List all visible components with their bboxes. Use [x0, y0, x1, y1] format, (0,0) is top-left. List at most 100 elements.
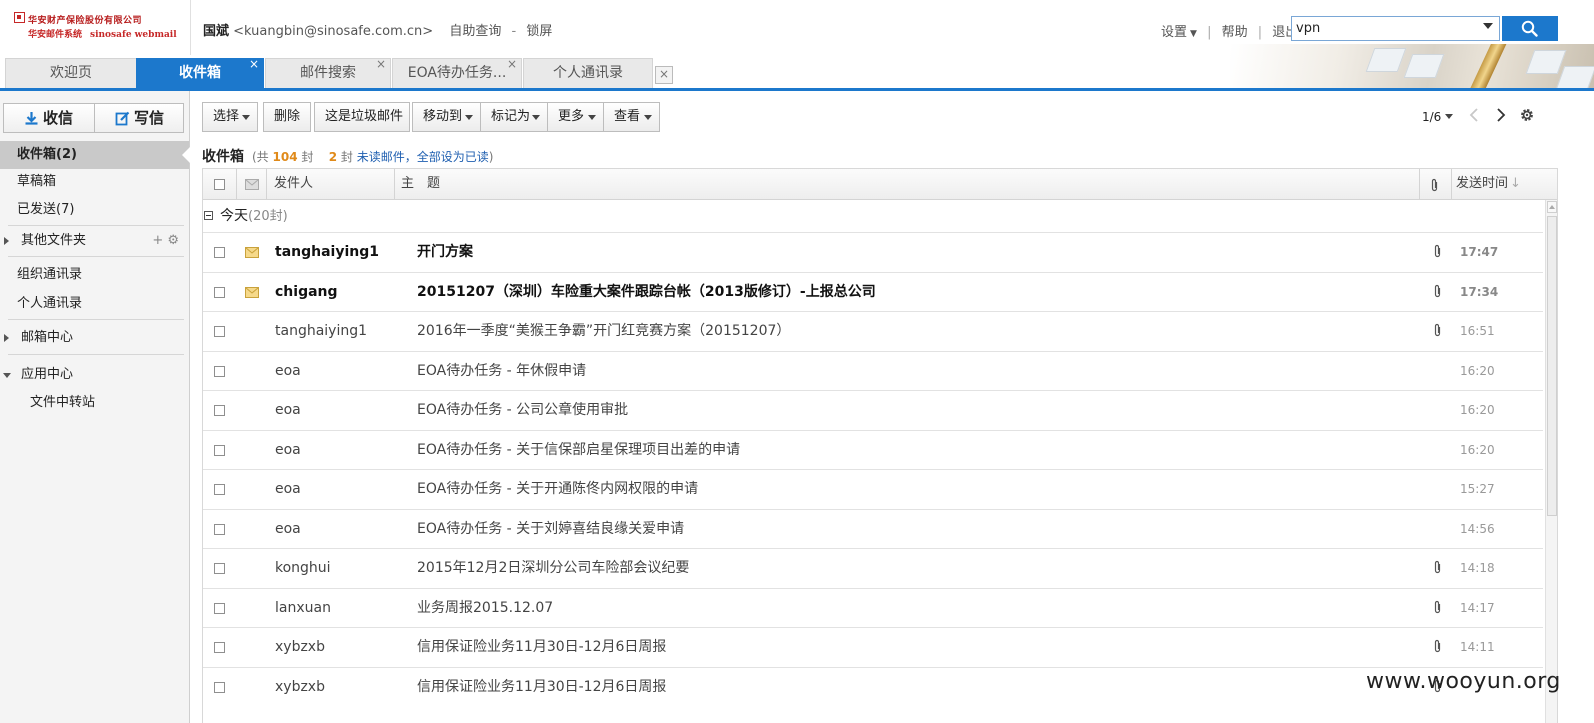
logo-mark-icon: [14, 12, 25, 23]
row-subject[interactable]: 20151207（深圳）车险重大案件跟踪台帐（2013版修订）-上报总公司: [417, 273, 876, 311]
expand-arrow-icon[interactable]: [4, 334, 9, 342]
row-checkbox[interactable]: [214, 642, 225, 653]
sidebar-item-org-contacts[interactable]: 组织通讯录: [0, 261, 189, 289]
row-subject[interactable]: EOA待办任务 - 公司公章使用审批: [417, 391, 628, 429]
folder-tools[interactable]: + ⚙: [152, 227, 179, 255]
row-checkbox[interactable]: [214, 602, 225, 614]
table-row[interactable]: eoa EOA待办任务 - 年休假申请 16:20: [203, 350, 1543, 390]
row-checkbox[interactable]: [214, 365, 225, 377]
row-subject[interactable]: 信用保证险业务11月30日-12月6日周报: [417, 628, 666, 666]
mark-as-dropdown-button[interactable]: 标记为: [480, 102, 548, 132]
tab-mail-search[interactable]: 邮件搜索 ×: [265, 57, 391, 88]
table-row[interactable]: xybzxb 信用保证险业务11月30日-12月6日周报: [203, 666, 1543, 706]
row-checkbox[interactable]: [214, 523, 225, 535]
row-subject[interactable]: EOA待办任务 - 关于刘婷喜结良缘关爱申请: [417, 510, 684, 548]
collapse-group-icon[interactable]: [204, 211, 213, 220]
row-subject[interactable]: EOA待办任务 - 关于开通陈佟内网权限的申请: [417, 470, 698, 508]
row-time: 16:20: [1460, 442, 1495, 457]
search-button[interactable]: [1502, 16, 1558, 41]
sidebar-item-drafts[interactable]: 草稿箱: [0, 168, 189, 196]
row-subject[interactable]: 2015年12月2日深圳分公司车险部会议纪要: [417, 549, 689, 587]
table-row[interactable]: konghui 2015年12月2日深圳分公司车险部会议纪要 14:18: [203, 548, 1543, 587]
table-row[interactable]: xybzxb 信用保证险业务11月30日-12月6日周报 14:11: [203, 627, 1543, 666]
view-dropdown-button[interactable]: 查看: [603, 102, 660, 132]
row-subject[interactable]: EOA待办任务 - 关于信保部启星保理项目出差的申请: [417, 431, 740, 469]
delete-button[interactable]: 删除: [263, 102, 311, 132]
close-icon[interactable]: ×: [376, 50, 386, 79]
select-dropdown-button[interactable]: 选择: [202, 102, 258, 132]
company-logo[interactable]: 华安财产保险股份有限公司 华安邮件系统 sinosafe webmail: [14, 12, 177, 42]
row-checkbox[interactable]: [214, 247, 225, 258]
select-all-checkbox[interactable]: [214, 179, 225, 190]
row-subject[interactable]: EOA待办任务 - 年休假申请: [417, 352, 586, 390]
row-checkbox[interactable]: [214, 563, 225, 574]
prev-page-icon[interactable]: [1467, 107, 1481, 127]
unread-mail-link[interactable]: 未读邮件: [357, 150, 405, 164]
send-time-column-header[interactable]: 发送时间 ↓: [1456, 169, 1521, 199]
compose-mail-button[interactable]: 写信: [94, 104, 184, 132]
close-icon[interactable]: ×: [249, 50, 259, 79]
search-dropdown-icon[interactable]: [1483, 23, 1493, 29]
row-checkbox[interactable]: [214, 326, 225, 337]
search-input[interactable]: [1296, 19, 1476, 38]
sidebar-item-inbox[interactable]: 收件箱(2): [0, 141, 190, 169]
read-status-column-icon[interactable]: [245, 169, 259, 199]
row-checkbox[interactable]: [214, 681, 225, 693]
sidebar-item-app-center[interactable]: 应用中心: [0, 361, 189, 389]
lock-screen-link[interactable]: 锁屏: [526, 24, 552, 39]
next-page-icon[interactable]: [1494, 107, 1508, 127]
sidebar-item-file-transfer[interactable]: 文件中转站: [0, 389, 189, 417]
sidebar-item-sent[interactable]: 已发送(7): [0, 196, 189, 224]
paperclip-icon: [1434, 323, 1441, 337]
self-query-link[interactable]: 自助查询: [449, 24, 501, 39]
table-row[interactable]: lanxuan 业务周报2015.12.07 14:17: [203, 587, 1543, 627]
help-link[interactable]: 帮助: [1222, 25, 1248, 40]
scrollbar[interactable]: [1545, 200, 1557, 723]
table-row[interactable]: tanghaiying1 2016年一季度“美猴王争霸”开门红竞赛方案（20151…: [203, 311, 1543, 350]
paperclip-icon: [1434, 639, 1441, 653]
tab-welcome[interactable]: 欢迎页: [5, 58, 137, 88]
sidebar-item-personal-contacts[interactable]: 个人通讯录: [0, 290, 189, 318]
row-checkbox[interactable]: [214, 444, 225, 456]
mark-spam-button[interactable]: 这是垃圾邮件: [314, 102, 410, 132]
more-dropdown-button[interactable]: 更多: [547, 102, 604, 132]
gear-icon[interactable]: [1519, 107, 1535, 127]
collapse-arrow-icon[interactable]: [3, 373, 11, 378]
tab-personal-contacts[interactable]: 个人通讯录: [523, 58, 653, 88]
settings-menu[interactable]: 设置 ▼: [1161, 25, 1197, 40]
attachment-column-icon[interactable]: [1430, 169, 1439, 199]
row-checkbox[interactable]: [214, 286, 225, 298]
table-row[interactable]: eoa EOA待办任务 - 公司公章使用审批 16:20: [203, 390, 1543, 429]
mark-all-read-link[interactable]: ，全部设为已读: [405, 150, 489, 164]
row-time: 14:56: [1460, 521, 1495, 536]
move-to-dropdown-button[interactable]: 移动到: [412, 102, 481, 132]
receive-mail-button[interactable]: 收信: [4, 104, 93, 132]
sidebar-item-other-folders[interactable]: 其他文件夹 + ⚙: [0, 227, 189, 255]
table-row[interactable]: eoa EOA待办任务 - 关于信保部启星保理项目出差的申请 16:20: [203, 429, 1543, 469]
table-row[interactable]: eoa EOA待办任务 - 关于刘婷喜结良缘关爱申请 14:56: [203, 508, 1543, 548]
sidebar-item-mail-center[interactable]: 邮箱中心: [0, 324, 189, 352]
row-subject[interactable]: 业务周报2015.12.07: [417, 589, 553, 627]
scroll-up-icon[interactable]: [1547, 201, 1557, 213]
table-row[interactable]: tanghaiying1 开门方案 17:47: [203, 232, 1543, 271]
close-icon[interactable]: ×: [507, 50, 517, 79]
sender-column-header[interactable]: 发件人: [274, 169, 313, 199]
paperclip-icon: [1434, 600, 1441, 613]
page-selector[interactable]: 1/6: [1422, 110, 1454, 124]
row-subject[interactable]: 2016年一季度“美猴王争霸”开门红竞赛方案（20151207）: [417, 312, 790, 350]
close-all-tabs-icon[interactable]: ×: [655, 66, 673, 84]
table-row[interactable]: eoa EOA待办任务 - 关于开通陈佟内网权限的申请 15:27: [203, 469, 1543, 508]
scroll-thumb[interactable]: [1547, 216, 1557, 516]
expand-arrow-icon[interactable]: [4, 237, 9, 245]
tab-inbox[interactable]: 收件箱 ×: [136, 57, 264, 88]
group-header-today[interactable]: 今天(20封): [203, 200, 1543, 232]
row-subject[interactable]: 信用保证险业务11月30日-12月6日周报: [417, 668, 666, 706]
subject-column-header[interactable]: 主 题: [401, 169, 440, 199]
row-checkbox[interactable]: [214, 405, 225, 416]
row-checkbox[interactable]: [214, 484, 225, 495]
table-row[interactable]: chigang 20151207（深圳）车险重大案件跟踪台帐（2013版修订）-上…: [203, 271, 1543, 311]
row-subject[interactable]: 开门方案: [417, 233, 473, 271]
tab-eoa-tasks[interactable]: EOA待办任务... ×: [392, 57, 522, 88]
user-name: 国斌: [203, 24, 230, 39]
mail-list-header: 发件人 主 题 发送时间 ↓: [203, 169, 1557, 200]
